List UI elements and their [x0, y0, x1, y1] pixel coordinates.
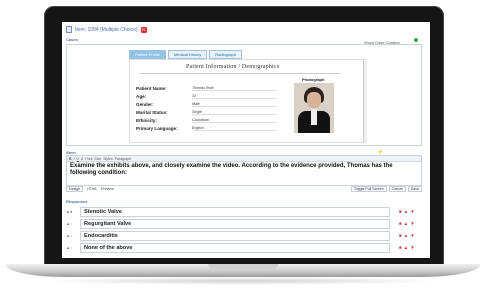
responses-label: Responses — [66, 199, 88, 204]
mouse-cursor-icon — [379, 149, 383, 154]
row-label: Age: — [136, 94, 147, 99]
patient-row: Gender: Male — [136, 99, 276, 107]
font-select[interactable]: Font — [85, 157, 92, 161]
row-value: Male — [192, 102, 276, 107]
correct-radio[interactable]: ▲○ — [66, 233, 72, 238]
patient-rows: Patient Name: Thomas Roth Age: 31 Gender: M… — [136, 83, 276, 131]
tab-radiograph[interactable]: Radiograph — [209, 50, 242, 59]
case-scrollbar[interactable] — [363, 59, 367, 143]
add-icon[interactable] — [414, 38, 418, 42]
stem-text[interactable]: Examine the exhibits above, and closely … — [67, 162, 421, 178]
response-item: ▲○ Endocarditis ■ ▲ ▼ — [66, 231, 422, 241]
delete-icon[interactable]: ■ — [399, 221, 402, 226]
response-input[interactable]: Regurgitant Valve — [80, 219, 390, 229]
response-item: ▲○ Regurgitant Valve ■ ▲ ▼ — [66, 219, 422, 229]
correct-radio[interactable]: ▲● — [66, 209, 72, 214]
red-badge-icon[interactable]: R — [140, 26, 147, 33]
editor-bottom-bar: Design HTML Preview Toggle Full Screen C… — [66, 186, 422, 192]
item-header: Item: 1004 (Multiple Choice) R — [66, 26, 147, 33]
font-color-button[interactable]: A — [81, 157, 83, 161]
response-input[interactable]: Endocarditis — [80, 231, 390, 241]
patient-information-card: Patient Information / Demographics Patie… — [129, 59, 365, 143]
delete-icon[interactable]: ■ — [399, 209, 402, 214]
stem-editor[interactable]: B I U A Font Size Styles Paragraph Exami… — [66, 155, 422, 186]
move-down-icon[interactable]: ▼ — [410, 221, 414, 226]
row-label: Gender: — [136, 102, 154, 107]
preview-tab[interactable]: Preview — [101, 187, 114, 191]
move-down-icon[interactable]: ▼ — [410, 245, 414, 250]
correct-radio[interactable]: ▲○ — [66, 221, 72, 226]
item-title: Item: 1004 (Multiple Choice) — [75, 26, 138, 33]
photo-label: Photograph — [302, 77, 325, 82]
response-actions: ■ ▲ ▼ — [399, 221, 415, 226]
correct-radio[interactable]: ▲○ — [66, 245, 72, 250]
response-actions: ■ ▲ ▼ — [399, 209, 415, 214]
row-value: Single — [192, 110, 276, 115]
move-down-icon[interactable]: ▼ — [410, 209, 414, 214]
bold-button[interactable]: B — [69, 157, 72, 161]
move-down-icon[interactable]: ▼ — [410, 233, 414, 238]
styles-select[interactable]: Styles — [103, 157, 113, 161]
case-panel: Patient Profile Medical History Radiogra… — [66, 44, 422, 146]
document-icon — [66, 26, 72, 33]
patient-row: Age: 31 — [136, 91, 276, 99]
tab-patient-profile[interactable]: Patient Profile — [129, 50, 166, 59]
cancel-button[interactable]: Cancel — [388, 186, 406, 192]
row-value: Thomas Roth — [192, 86, 276, 91]
case-tabs: Patient Profile Medical History Radiogra… — [129, 50, 242, 59]
toggle-fullscreen-button[interactable]: Toggle Full Screen — [350, 186, 387, 192]
photo-face — [307, 92, 321, 108]
row-value: Caucasian — [192, 118, 276, 123]
patient-row: Patient Name: Thomas Roth — [136, 83, 276, 91]
move-up-icon[interactable]: ▲ — [404, 233, 408, 238]
patient-row: Primary Language: English — [136, 123, 276, 131]
patient-info-title: Patient Information / Demographics — [186, 64, 280, 70]
editor-actions: Toggle Full Screen Cancel Save — [350, 186, 422, 192]
save-button[interactable]: Save — [407, 186, 422, 192]
delete-icon[interactable]: ■ — [399, 233, 402, 238]
row-value: 31 — [192, 94, 276, 99]
move-up-icon[interactable]: ▲ — [404, 221, 408, 226]
laptop-shadow — [40, 277, 446, 285]
patient-row: Marital Status: Single — [136, 107, 276, 115]
laptop-stage: Item: 1004 (Multiple Choice) R Cases Sho… — [0, 0, 486, 289]
italic-button[interactable]: I — [74, 157, 75, 161]
response-input[interactable]: None of the above — [80, 243, 390, 253]
row-label: Ethnicity: — [136, 118, 157, 123]
move-up-icon[interactable]: ▲ — [404, 209, 408, 214]
underline-button[interactable]: U — [77, 157, 80, 161]
row-label: Marital Status: — [136, 110, 168, 115]
response-actions: ■ ▲ ▼ — [399, 233, 415, 238]
tab-medical-history[interactable]: Medical History — [167, 50, 208, 59]
design-tab[interactable]: Design — [66, 186, 84, 192]
cases-label: Cases — [66, 37, 78, 42]
row-value: English — [192, 126, 276, 131]
response-input[interactable]: Stenotic Valve — [80, 207, 390, 217]
size-select[interactable]: Size — [94, 157, 101, 161]
delete-icon[interactable]: ■ — [399, 245, 402, 250]
html-tab[interactable]: HTML — [87, 187, 97, 191]
response-item: ▲○ None of the above ■ ▲ ▼ — [66, 243, 422, 253]
patient-photo — [294, 83, 334, 133]
screen: Item: 1004 (Multiple Choice) R Cases Sho… — [62, 22, 430, 258]
row-label: Patient Name: — [136, 86, 167, 91]
patient-row: Ethnicity: Caucasian — [136, 115, 276, 123]
paragraph-select[interactable]: Paragraph — [115, 157, 131, 161]
response-actions: ■ ▲ ▼ — [399, 245, 415, 250]
row-label: Primary Language: — [136, 126, 178, 131]
title-divider — [140, 73, 340, 74]
response-item: ▲● Stenotic Valve ■ ▲ ▼ — [66, 207, 422, 217]
laptop-notch — [208, 264, 278, 269]
photo-shirt — [311, 109, 317, 125]
move-up-icon[interactable]: ▲ — [404, 245, 408, 250]
